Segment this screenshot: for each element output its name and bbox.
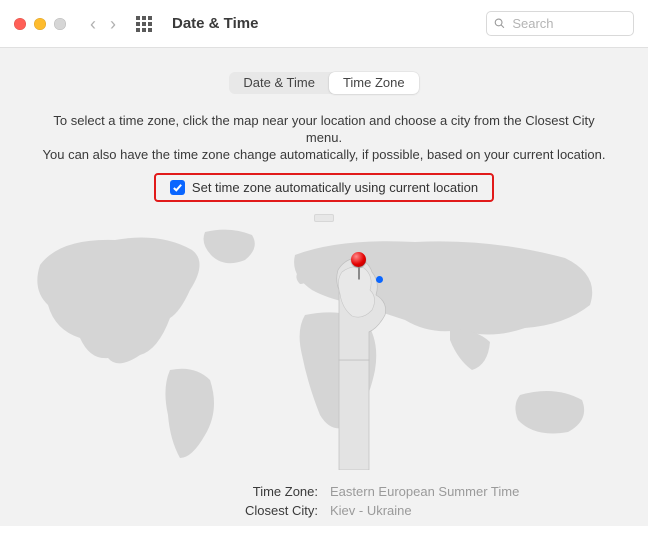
map-pin (351, 252, 366, 279)
close-window-button[interactable] (14, 18, 26, 30)
back-icon[interactable]: ‹ (90, 15, 96, 33)
search-icon (494, 17, 505, 30)
instruction-line1: To select a time zone, click the map nea… (53, 113, 594, 145)
auto-timezone-label: Set time zone automatically using curren… (192, 180, 478, 195)
tab-bar: Date & Time Time Zone (0, 72, 648, 94)
timezone-value: Eastern European Summer Time (330, 484, 648, 499)
instruction-text: To select a time zone, click the map nea… (34, 112, 614, 163)
timezone-label: Time Zone: (0, 484, 318, 499)
pin-head-icon (351, 252, 366, 267)
map-notch (314, 214, 334, 222)
window-controls (14, 18, 66, 30)
auto-timezone-checkbox[interactable] (170, 180, 185, 195)
search-field[interactable] (486, 11, 634, 36)
nav-arrows: ‹ › (90, 15, 116, 33)
search-input[interactable] (510, 15, 626, 32)
instruction-line2: You can also have the time zone change a… (43, 147, 606, 162)
pane-title: Date & Time (172, 15, 258, 32)
auto-timezone-highlight: Set time zone automatically using curren… (154, 173, 494, 202)
minimize-window-button[interactable] (34, 18, 46, 30)
checkmark-icon (172, 182, 183, 193)
world-map[interactable] (20, 220, 628, 470)
window-toolbar: ‹ › Date & Time (0, 0, 648, 48)
timezone-info: Time Zone: Eastern European Summer Time … (0, 484, 648, 536)
forward-icon[interactable]: › (110, 15, 116, 33)
content-area: Date & Time Time Zone To select a time z… (0, 48, 648, 526)
show-all-grid-icon[interactable] (136, 16, 152, 32)
tab-time-zone[interactable]: Time Zone (329, 72, 419, 94)
map-svg (20, 220, 628, 470)
tab-date-time[interactable]: Date & Time (229, 72, 329, 94)
closest-city-value[interactable]: Kiev - Ukraine (330, 503, 648, 518)
closest-city-label: Closest City: (0, 503, 318, 518)
disabled-zoom-button (54, 18, 66, 30)
current-location-dot (376, 276, 383, 283)
